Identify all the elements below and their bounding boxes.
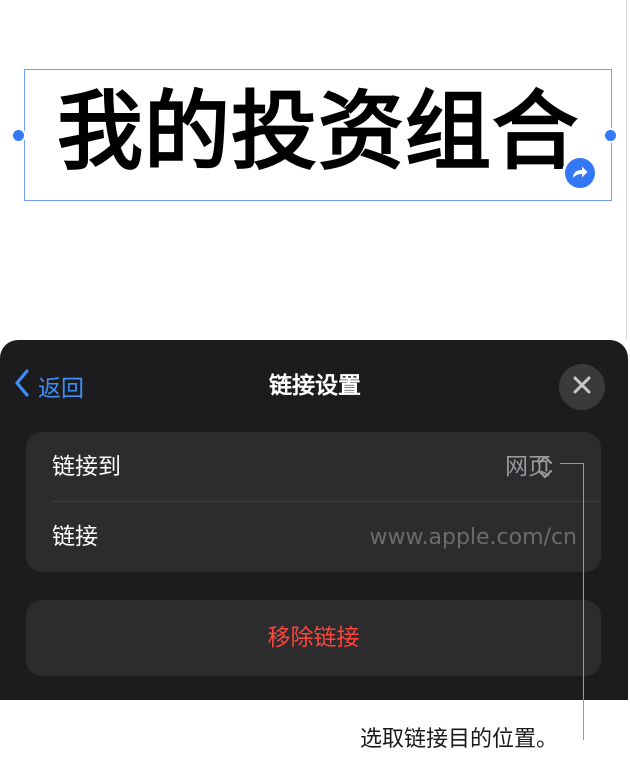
callout-text: 选取链接目的位置。 <box>359 727 558 752</box>
canvas-edge <box>626 0 627 340</box>
remove-link-button[interactable]: 移除链接 <box>26 600 601 676</box>
chevron-up-down-icon <box>537 452 553 482</box>
close-button[interactable] <box>559 364 605 410</box>
remove-link-label: 移除链接 <box>267 625 360 651</box>
link-badge[interactable] <box>562 155 598 191</box>
callout-line-horizontal <box>560 463 584 464</box>
link-arrow-icon <box>565 158 595 188</box>
resize-handle-right[interactable] <box>603 128 618 143</box>
resize-handle-left[interactable] <box>11 128 26 143</box>
selected-text-box[interactable]: 我的投资组合 <box>24 69 612 201</box>
link-label: 链接 <box>52 524 98 550</box>
sheet-title: 链接设置 <box>269 373 361 399</box>
close-icon <box>573 376 591 398</box>
link-row[interactable]: 链接 www.apple.com/cn <box>26 502 601 572</box>
link-to-label: 链接到 <box>52 454 121 480</box>
text-box-content[interactable]: 我的投资组合 <box>25 82 611 182</box>
link-to-row[interactable]: 链接到 网页 <box>26 432 601 502</box>
link-settings-group: 链接到 网页 链接 www.apple.com/cn <box>26 432 601 572</box>
link-url-input[interactable]: www.apple.com/cn <box>370 502 577 574</box>
callout-line-vertical <box>583 463 584 740</box>
